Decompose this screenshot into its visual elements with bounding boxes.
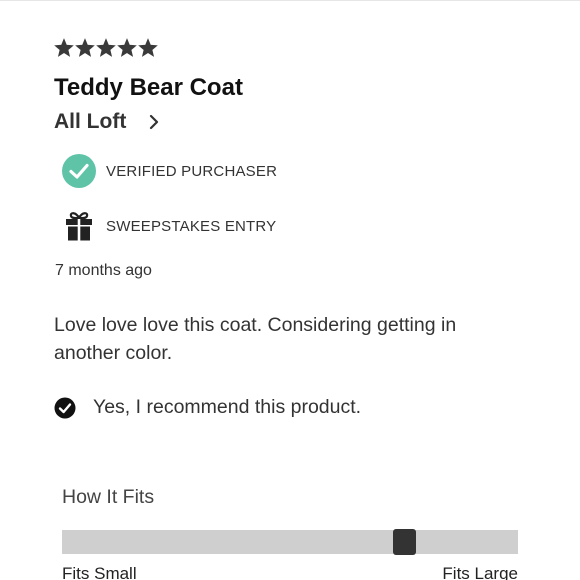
review-title: Teddy Bear Coat <box>54 74 243 101</box>
verified-purchaser-badge: VERIFIED PURCHASER <box>62 154 277 188</box>
author-name[interactable]: All Loft <box>54 110 126 134</box>
recommendation: Yes, I recommend this product. <box>54 396 361 419</box>
review-body: Love love love this coat. Considering ge… <box>54 314 457 364</box>
badge-label: VERIFIED PURCHASER <box>106 162 278 180</box>
badge-label: SWEEPSTAKES ENTRY <box>106 217 277 235</box>
author-link[interactable]: All Loft <box>54 110 160 134</box>
star-rating <box>54 38 158 58</box>
fit-heading: How It Fits <box>62 486 155 508</box>
review-card: Teddy Bear Coat All Loft VERIFIED PURCHA… <box>0 0 580 580</box>
gift-icon <box>62 209 96 243</box>
check-circle-icon <box>62 154 96 188</box>
star-icon <box>96 38 116 57</box>
recommendation-text: Yes, I recommend this product. <box>93 396 362 418</box>
star-icon <box>138 38 158 57</box>
fit-min-label: Fits Small <box>62 564 137 580</box>
review-timestamp: 7 months ago <box>55 262 152 279</box>
fit-slider-track <box>62 529 518 555</box>
chevron-right-icon[interactable] <box>148 114 160 130</box>
star-icon <box>117 38 137 57</box>
fit-max-label: Fits Large <box>442 564 518 580</box>
check-circle-icon <box>54 397 76 418</box>
sweepstakes-entry-badge: SWEEPSTAKES ENTRY <box>62 209 276 243</box>
fit-slider-thumb <box>393 529 416 555</box>
star-icon <box>54 38 74 57</box>
star-icon <box>75 38 95 57</box>
